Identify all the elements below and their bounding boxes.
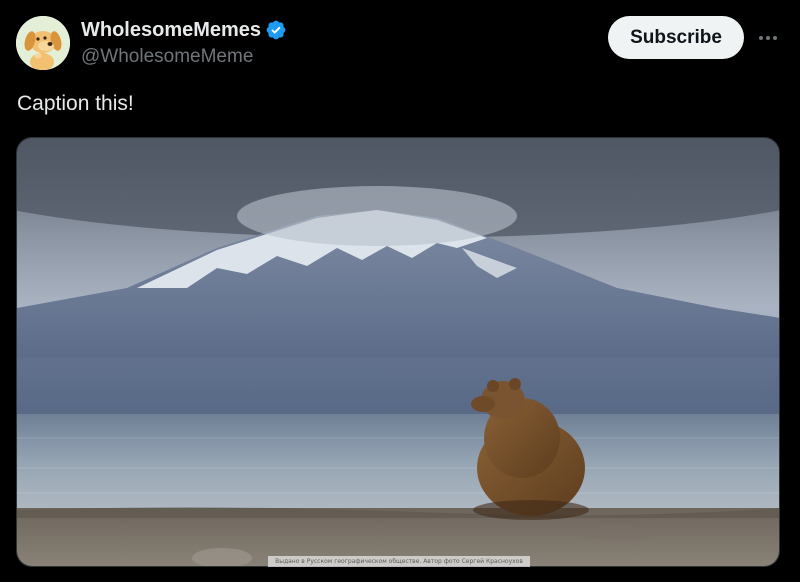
display-name[interactable]: WholesomeMemes bbox=[81, 18, 261, 42]
photo-credit: Выдано в Русском географическом обществе… bbox=[268, 556, 530, 567]
tweet-post: WholesomeMemes @WholesomeMeme Subscribe … bbox=[0, 0, 800, 582]
author-block: WholesomeMemes @WholesomeMeme bbox=[81, 18, 287, 69]
bear-mountain-photo bbox=[17, 138, 779, 566]
post-text: Caption this! bbox=[17, 92, 134, 115]
more-options-icon[interactable] bbox=[754, 26, 782, 50]
name-row: WholesomeMemes bbox=[81, 18, 287, 42]
verified-badge-icon bbox=[265, 19, 287, 41]
avatar[interactable] bbox=[16, 16, 70, 70]
cartoon-dog-avatar-icon bbox=[16, 16, 70, 70]
subscribe-button[interactable]: Subscribe bbox=[608, 16, 744, 59]
post-image[interactable] bbox=[16, 137, 780, 567]
handle[interactable]: @WholesomeMeme bbox=[81, 45, 287, 69]
